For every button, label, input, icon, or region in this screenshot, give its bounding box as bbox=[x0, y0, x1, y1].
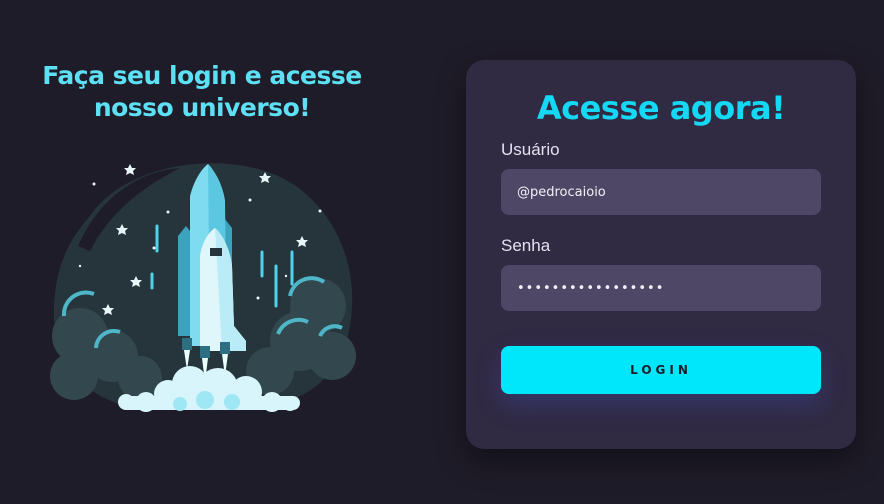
hero-headline-line-1: Faça seu login e acesse bbox=[42, 61, 362, 90]
login-title: Acesse agora! bbox=[536, 89, 786, 127]
password-input[interactable] bbox=[501, 265, 821, 311]
hero-headline-line-2: nosso universo! bbox=[93, 93, 311, 122]
login-page: Faça seu login e acesse nosso universo! bbox=[0, 0, 884, 504]
login-card: Acesse agora! Usuário Senha LOGIN bbox=[466, 60, 856, 449]
username-input[interactable] bbox=[501, 169, 821, 215]
login-button[interactable]: LOGIN bbox=[501, 346, 821, 394]
hero-section: Faça seu login e acesse nosso universo! bbox=[0, 0, 440, 504]
password-label: Senha bbox=[501, 236, 551, 255]
username-label: Usuário bbox=[501, 140, 560, 159]
hero-headline: Faça seu login e acesse nosso universo! bbox=[22, 60, 382, 124]
rocket-launch-illustration bbox=[50, 163, 356, 412]
